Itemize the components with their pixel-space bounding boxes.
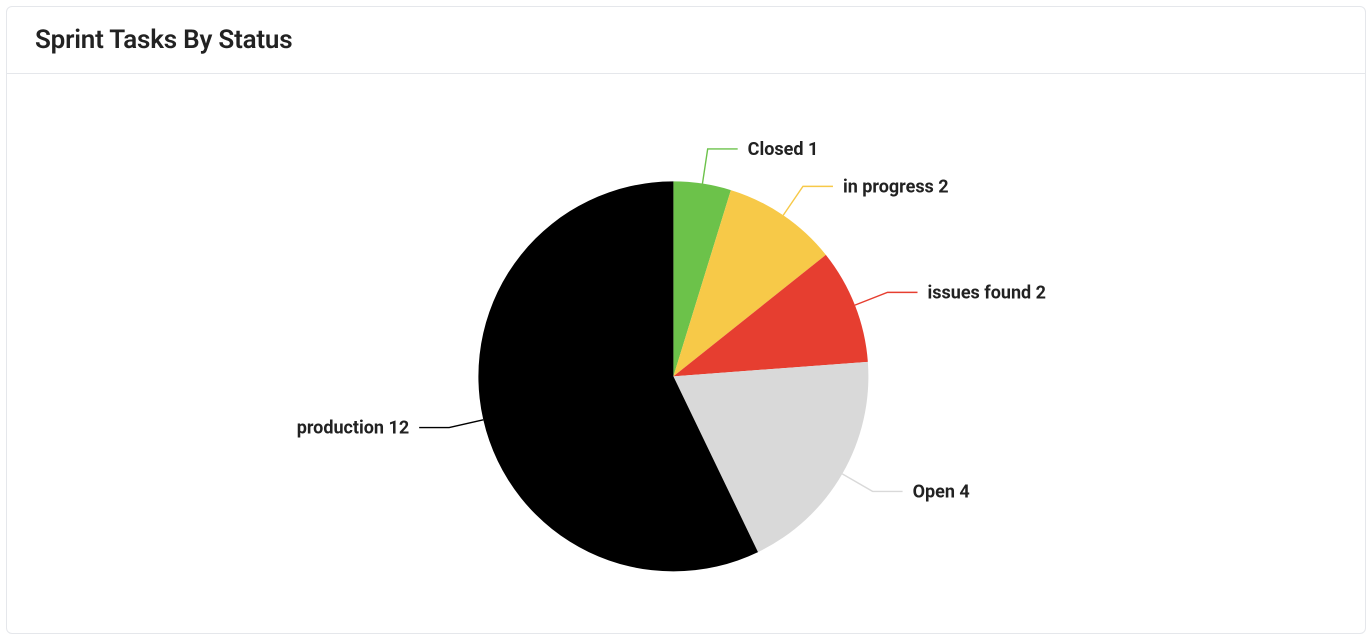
card-body: Closed 1 in progress 2 issues found 2 Open … <box>7 74 1365 630</box>
slice-label: Open 4 <box>913 481 970 502</box>
slice-label: in progress 2 <box>843 176 949 197</box>
leader-line <box>419 420 483 428</box>
slice-label: Closed 1 <box>748 139 819 160</box>
leader-line <box>702 149 737 184</box>
slice-label: issues found 2 <box>928 282 1047 303</box>
leader-line <box>855 292 918 305</box>
slice-label: production 12 <box>297 418 409 439</box>
leader-line <box>842 474 902 492</box>
card-title: Sprint Tasks By Status <box>35 25 1337 55</box>
pie-chart: Closed 1 in progress 2 issues found 2 Open … <box>7 74 1366 634</box>
sprint-status-card: Sprint Tasks By Status Closed 1 in progre… <box>6 6 1366 634</box>
leader-line <box>783 186 833 215</box>
card-header: Sprint Tasks By Status <box>7 7 1365 74</box>
